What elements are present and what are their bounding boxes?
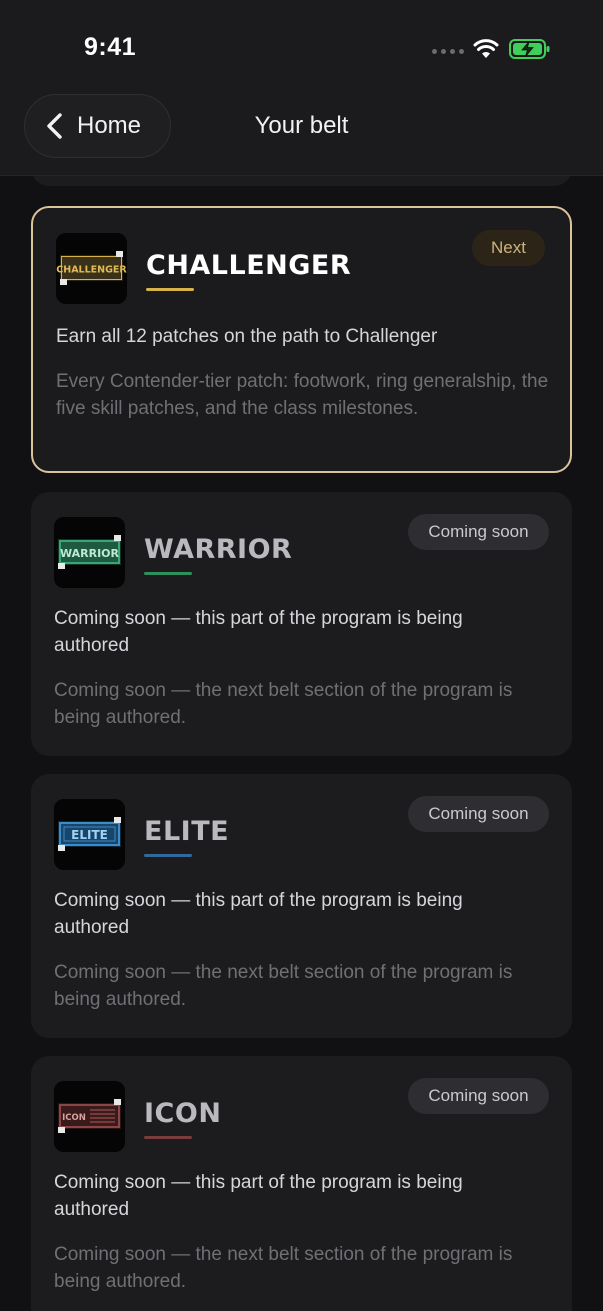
status-badge: Coming soon (408, 796, 549, 832)
cellular-signal-icon (432, 49, 464, 54)
belt-subtitle: Earn all 12 patches on the path to Chall… (56, 326, 438, 347)
belt-subtitle: Coming soon — this part of the program i… (54, 608, 463, 656)
belt-description: Coming soon — the next belt section of t… (54, 962, 513, 1010)
status-time: 9:41 (84, 33, 137, 61)
elite-patch-label: ELITE (71, 828, 108, 842)
belt-description: Coming soon — the next belt section of t… (54, 1244, 513, 1292)
belt-description: Coming soon — the next belt section of t… (54, 680, 513, 728)
belt-card-icon[interactable]: ICON ICON Coming soon Coming soon — this… (31, 1056, 572, 1311)
belt-card-elite[interactable]: ELITE ELITE Coming soon Coming soon — th… (31, 774, 572, 1038)
status-icons (430, 36, 555, 62)
status-badge: Coming soon (408, 514, 549, 550)
belt-title-underline (146, 288, 194, 291)
belt-title-underline (144, 1136, 192, 1139)
challenger-patch-label: CHALLENGER (56, 265, 127, 276)
belt-card-challenger[interactable]: CHALLENGER CHALLENGER Next Earn all 12 p… (31, 206, 572, 473)
navigation-bar: Home Your belt (0, 90, 603, 176)
wifi-icon (473, 39, 499, 58)
warrior-patch-icon: WARRIOR (54, 517, 125, 588)
status-bar: 9:41 (0, 0, 603, 90)
status-badge: Next (472, 230, 545, 266)
belt-card-warrior[interactable]: WARRIOR WARRIOR Coming soon Coming soon … (31, 492, 572, 756)
elite-patch-icon: ELITE (54, 799, 125, 870)
belt-list[interactable]: CHALLENGER CHALLENGER Next Earn all 12 p… (0, 176, 603, 1311)
challenger-patch-icon: CHALLENGER (56, 233, 127, 304)
belt-title: CHALLENGER (146, 250, 352, 281)
belt-subtitle: Coming soon — this part of the program i… (54, 1172, 463, 1220)
page-title: Your belt (254, 112, 349, 139)
battery-charging-icon (509, 39, 550, 59)
previous-belt-card[interactable] (31, 176, 572, 186)
icon-patch-icon: ICON (54, 1081, 125, 1152)
warrior-patch-label: WARRIOR (60, 547, 120, 560)
belt-description: Every Contender-tier patch: footwork, ri… (56, 371, 549, 419)
belt-title: ELITE (144, 816, 230, 847)
belt-title-underline (144, 854, 192, 857)
status-badge: Coming soon (408, 1078, 549, 1114)
icon-patch-label: ICON (62, 1113, 86, 1123)
belt-title-underline (144, 572, 192, 575)
belt-title: ICON (144, 1098, 222, 1129)
belt-subtitle: Coming soon — this part of the program i… (54, 890, 463, 938)
belt-title: WARRIOR (144, 534, 293, 565)
